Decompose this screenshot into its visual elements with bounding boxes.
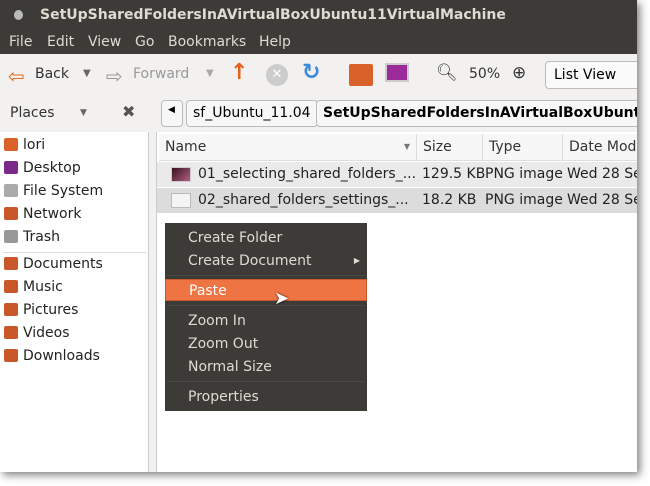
menu-view[interactable]: View <box>88 34 121 50</box>
zoom-out-icon[interactable]: 🔍︎ <box>436 63 458 83</box>
file-name: 01_selecting_shared_folders_... <box>198 166 417 182</box>
sidebar-item-trash[interactable]: Trash <box>4 226 60 248</box>
up-arrow-icon[interactable]: ↑ <box>230 60 248 85</box>
zoom-level: 50% <box>469 66 501 82</box>
close-sidebar-icon[interactable]: ✖ <box>122 102 135 121</box>
context-menu: Create Folder Create Document ▶ Paste Zoo… <box>165 223 367 411</box>
menu-item-zoom-in[interactable]: Zoom In <box>165 310 367 332</box>
folder-icon <box>4 161 18 174</box>
sidebar-divider <box>3 252 146 253</box>
crumb-current[interactable]: SetUpSharedFoldersInAVirtualBoxUbuntu11 <box>316 100 637 127</box>
reload-icon[interactable]: ↻ <box>302 60 320 85</box>
create-document-label: Create Document <box>188 253 312 269</box>
file-date: Wed 28 Se <box>567 192 637 208</box>
home-folder-icon[interactable] <box>349 64 373 86</box>
submenu-arrow-icon: ▶ <box>353 256 360 265</box>
column-name[interactable]: Name ▼ <box>159 134 417 161</box>
menu-item-zoom-out[interactable]: Zoom Out <box>165 333 367 355</box>
column-name-label: Name <box>165 139 207 155</box>
forward-dropdown-icon[interactable]: ▼ <box>206 68 214 79</box>
sidebar-item-lori[interactable]: lori <box>4 134 45 156</box>
menu-edit[interactable]: Edit <box>47 34 74 50</box>
sidebar-item-label: Music <box>23 279 63 295</box>
file-row[interactable]: 01_selecting_shared_folders_... 129.5 KB… <box>157 162 637 187</box>
menu-item-create-folder[interactable]: Create Folder <box>165 227 367 249</box>
sidebar-item-desktop[interactable]: Desktop <box>4 157 81 179</box>
file-size: 129.5 KB <box>422 166 486 182</box>
close-dot-icon[interactable] <box>14 10 23 20</box>
menu-separator <box>167 275 365 276</box>
folder-icon <box>4 230 18 243</box>
menu-file[interactable]: File <box>9 34 32 50</box>
sidebar-item-music[interactable]: Music <box>4 276 63 298</box>
sidebar-item-label: lori <box>23 137 46 153</box>
sidebar-item-network[interactable]: Network <box>4 203 81 225</box>
path-back-arrow-icon[interactable]: ◀ <box>161 100 183 127</box>
sort-arrow-icon: ▼ <box>403 142 410 151</box>
folder-icon <box>4 207 18 220</box>
sidebar-item-pictures[interactable]: Pictures <box>4 299 78 321</box>
file-name: 02_shared_folders_settings_... <box>198 192 409 208</box>
forward-arrow-icon[interactable]: ⇨ <box>106 64 123 88</box>
menu-bookmarks[interactable]: Bookmarks <box>168 34 246 50</box>
sidebar-item-file-system[interactable]: File System <box>4 180 103 202</box>
file-row[interactable]: 02_shared_folders_settings_... 18.2 KB P… <box>157 188 637 213</box>
menu-bar: File Edit View Go Bookmarks Help <box>0 31 637 54</box>
location-bar: Places ▼ ✖ ◀ sf_Ubuntu_11.04 SetUpShared… <box>0 96 637 132</box>
menu-go[interactable]: Go <box>135 34 154 50</box>
sidebar-item-label: Pictures <box>23 302 79 318</box>
folder-icon <box>4 280 18 293</box>
image-thumbnail-icon <box>171 167 191 182</box>
folder-icon <box>4 138 18 151</box>
sidebar-item-documents[interactable]: Documents <box>4 253 103 275</box>
column-date[interactable]: Date Mod <box>563 134 637 161</box>
sidebar-item-downloads[interactable]: Downloads <box>4 345 100 367</box>
menu-separator <box>167 381 365 382</box>
sidebar-item-label: Network <box>23 206 82 222</box>
places-dropdown-icon[interactable]: ▼ <box>80 108 87 118</box>
folder-icon <box>4 303 18 316</box>
menu-item-normal-size[interactable]: Normal Size <box>165 356 367 378</box>
computer-icon[interactable] <box>385 63 409 82</box>
sidebar-item-label: Documents <box>23 256 103 272</box>
sidebar-item-label: File System <box>23 183 104 199</box>
sidebar-item-label: Videos <box>23 325 70 341</box>
file-size: 18.2 KB <box>422 192 477 208</box>
view-select[interactable]: List View <box>545 61 637 89</box>
folder-icon <box>4 349 18 362</box>
image-thumbnail-icon <box>171 193 191 208</box>
menu-item-create-document[interactable]: Create Document ▶ <box>165 250 367 272</box>
folder-icon <box>4 184 18 197</box>
menu-help[interactable]: Help <box>259 34 291 50</box>
folder-icon <box>4 326 18 339</box>
file-type: PNG image <box>485 192 563 208</box>
sidebar-item-label: Trash <box>23 229 60 245</box>
back-button[interactable]: Back <box>35 66 69 82</box>
column-size[interactable]: Size <box>417 134 483 161</box>
sidebar: lori Desktop File System Network Trash Docume… <box>0 132 149 472</box>
file-date: Wed 28 Se <box>567 166 637 182</box>
file-type: PNG image <box>485 166 563 182</box>
forward-button[interactable]: Forward <box>133 66 189 82</box>
crumb-parent[interactable]: sf_Ubuntu_11.04 <box>186 100 318 127</box>
stop-icon[interactable]: ✕ <box>266 64 288 86</box>
column-type[interactable]: Type <box>483 134 563 161</box>
file-manager-window: SetUpSharedFoldersInAVirtualBoxUbuntu11 V… <box>0 0 637 472</box>
menu-item-paste[interactable]: Paste <box>165 279 367 301</box>
window-title: SetUpSharedFoldersInAVirtualBoxUbuntu11V… <box>40 7 506 23</box>
folder-icon <box>4 257 18 270</box>
toolbar: ⇦ Back ▼ ⇨ Forward ▼ ↑ ✕ ↻ 🔍︎ 50% ⊕ <box>0 54 637 96</box>
sidebar-item-videos[interactable]: Videos <box>4 322 70 344</box>
back-arrow-icon[interactable]: ⇦ <box>8 64 25 88</box>
mouse-cursor-icon: ➤ <box>274 288 290 309</box>
title-bar: SetUpSharedFoldersInAVirtualBoxUbuntu11V… <box>0 0 637 31</box>
menu-item-properties[interactable]: Properties <box>165 386 367 408</box>
sidebar-item-label: Downloads <box>23 348 100 364</box>
sidebar-item-label: Desktop <box>23 160 81 176</box>
zoom-in-icon[interactable]: ⊕ <box>512 63 526 83</box>
menu-separator <box>167 305 365 306</box>
back-dropdown-icon[interactable]: ▼ <box>83 68 91 79</box>
places-label: Places <box>10 105 55 121</box>
